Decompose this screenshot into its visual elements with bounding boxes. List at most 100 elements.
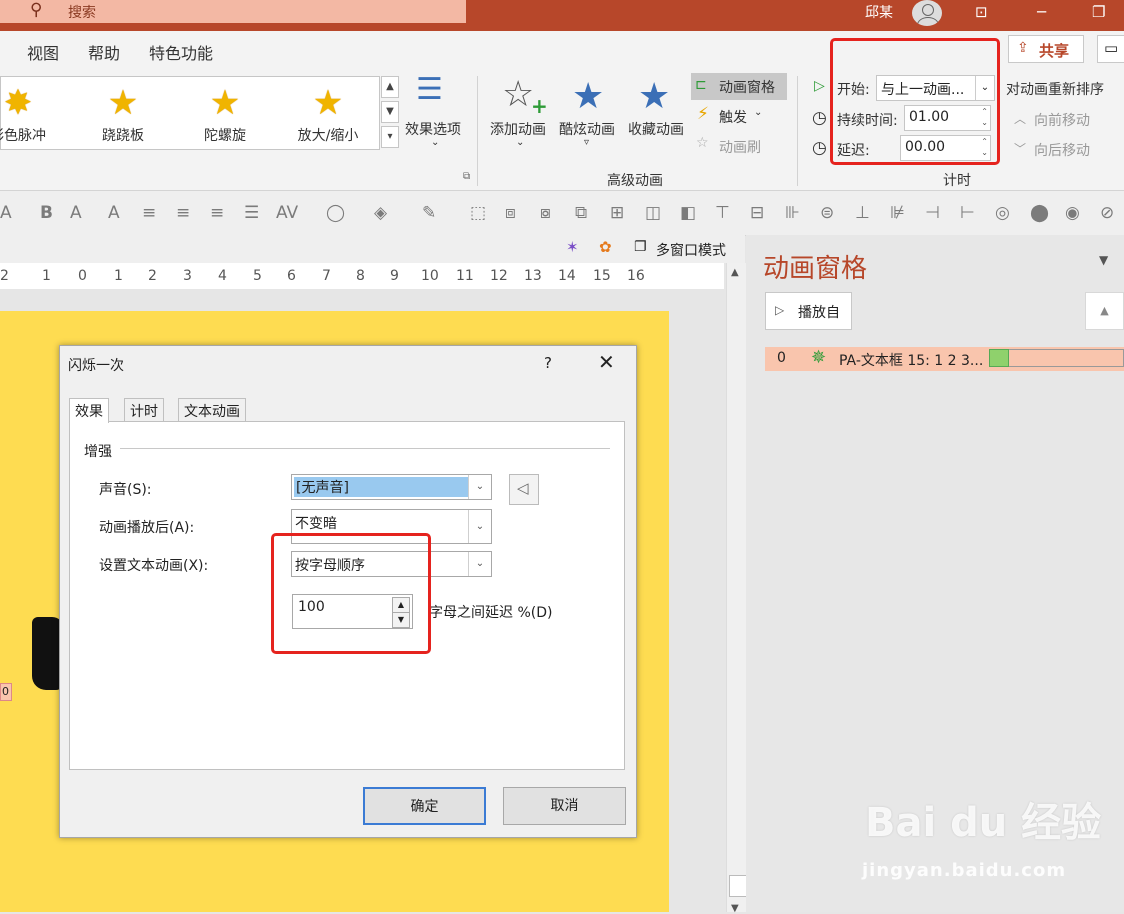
- ok-button[interactable]: 确定: [363, 787, 486, 825]
- reorder-label: 对动画重新排序: [1006, 82, 1104, 98]
- bring-forward-icon[interactable]: ⧉: [575, 203, 587, 223]
- tab-text-animation[interactable]: 文本动画: [178, 398, 246, 422]
- watermark-url: jingyan.baidu.com: [862, 860, 1067, 881]
- send-backward-icon[interactable]: ◫: [645, 203, 661, 223]
- fill-icon[interactable]: ◈: [374, 203, 387, 223]
- ribbon-display-icon[interactable]: ⊡: [975, 3, 988, 21]
- arrange-icon[interactable]: ⊞: [610, 203, 624, 223]
- cancel-button[interactable]: 取消: [503, 787, 626, 825]
- align-bottom-icon[interactable]: ⊥: [855, 203, 870, 223]
- dialog-launcher-icon[interactable]: ⧉: [463, 171, 470, 182]
- scroll-down-icon[interactable]: ▼: [731, 903, 739, 914]
- scroll-up-icon[interactable]: ▲: [731, 267, 739, 278]
- animation-pane-button[interactable]: ⊏ 动画窗格: [691, 73, 787, 100]
- comment-button[interactable]: ▭: [1097, 35, 1124, 63]
- shrink-font-icon[interactable]: A: [108, 203, 120, 223]
- group-icon[interactable]: ⧈: [505, 203, 516, 223]
- align-center-v-icon[interactable]: ⊜: [820, 203, 834, 223]
- intersect-icon[interactable]: ⬤: [1030, 203, 1049, 223]
- close-icon[interactable]: ✕: [598, 350, 615, 374]
- settings-icon[interactable]: ✿: [599, 238, 612, 256]
- chevron-down-icon: ⌄: [468, 475, 491, 499]
- gallery-expand[interactable]: ▾: [381, 126, 399, 148]
- bold-icon[interactable]: B: [40, 203, 53, 223]
- help-button[interactable]: ?: [544, 354, 552, 372]
- restore-icon[interactable]: ❐: [1092, 3, 1105, 21]
- select-icon[interactable]: ⬚: [470, 203, 486, 223]
- align-center-icon[interactable]: ≡: [142, 203, 156, 223]
- align-middle-icon[interactable]: ⊟: [750, 203, 764, 223]
- menu-view[interactable]: 视图: [27, 40, 59, 64]
- chevron-up-icon: ︿: [1014, 112, 1027, 126]
- chevron-down-icon: ⌄: [468, 552, 491, 576]
- cool-star-icon: ★: [572, 76, 605, 117]
- share-button[interactable]: ⇪ 共享: [1008, 35, 1084, 63]
- union-icon[interactable]: ◎: [995, 203, 1010, 223]
- format-toolbar: [0, 191, 1124, 236]
- play-from-button[interactable]: ▷ 播放自: [765, 292, 852, 330]
- gallery-item-spin[interactable]: ★ 陀螺旋: [180, 77, 270, 151]
- dialog-title: 闪烁一次: [68, 358, 124, 374]
- advanced-group-label: 高级动画: [607, 173, 663, 189]
- distribute-h-icon[interactable]: ⊪: [785, 203, 800, 223]
- distribute-v-icon[interactable]: ⊯: [890, 203, 905, 223]
- timeline-bar[interactable]: [989, 349, 1009, 367]
- grow-font-icon[interactable]: A: [70, 203, 82, 223]
- pane-menu-icon[interactable]: ▼: [1099, 253, 1108, 267]
- minimize-icon[interactable]: ─: [1037, 3, 1046, 21]
- lightning-icon: ⚡: [697, 104, 709, 124]
- menu-help[interactable]: 帮助: [88, 40, 120, 64]
- chevron-down-icon: ⌄: [468, 510, 491, 543]
- play-icon: ▷: [814, 78, 825, 94]
- avatar[interactable]: [912, 0, 942, 26]
- search-box[interactable]: ⚲ 搜索: [0, 0, 466, 23]
- text-animation-label: 设置文本动画(X):: [99, 558, 209, 574]
- grow-star-icon: ★: [312, 83, 344, 123]
- menu-special[interactable]: 特色功能: [149, 40, 213, 64]
- timeline-track: [989, 349, 1124, 367]
- highlight-timing: [830, 38, 1000, 165]
- align-top-icon[interactable]: ⊤: [715, 203, 730, 223]
- align-left-edge-icon[interactable]: ⊢: [960, 203, 975, 223]
- gallery-item-color-pulse[interactable]: ✸ 彩色脉冲: [0, 77, 63, 151]
- vertical-scrollbar[interactable]: ▲ ▼: [726, 263, 747, 914]
- tab-effect[interactable]: 效果: [69, 398, 109, 423]
- gallery-scroll-down[interactable]: ▼: [381, 101, 399, 123]
- ungroup-icon[interactable]: ⧇: [540, 203, 551, 223]
- star-icon: ★: [107, 83, 139, 123]
- distribute-icon[interactable]: ☰: [244, 203, 259, 223]
- painter-star-icon: ☆: [696, 135, 709, 151]
- gallery-item-teeter[interactable]: ★ 跷跷板: [78, 77, 168, 151]
- animation-pane-icon: ⊏: [695, 77, 707, 93]
- align-right-icon[interactable]: ⊣: [925, 203, 940, 223]
- gallery-item-grow-shrink[interactable]: ★ 放大/缩小: [283, 77, 373, 151]
- spin-star-icon: ★: [209, 83, 241, 123]
- sound-volume-button[interactable]: ◁: [509, 474, 539, 505]
- star-burst-icon: ✸: [3, 83, 33, 123]
- outline-icon[interactable]: ✎: [422, 203, 436, 223]
- justify-icon[interactable]: ≡: [176, 203, 190, 223]
- animation-gallery: ✸ 彩色脉冲 ★ 跷跷板 ★ 陀螺旋 ★ 放大/缩小: [0, 76, 380, 150]
- gallery-scroll-up[interactable]: ▲: [381, 76, 399, 98]
- char-spacing-icon[interactable]: AV: [276, 203, 298, 223]
- magic-icon[interactable]: ✶: [566, 238, 579, 256]
- window-icon: ❐: [634, 239, 647, 255]
- layer-icon[interactable]: ◧: [680, 203, 696, 223]
- tab-timing[interactable]: 计时: [124, 398, 164, 422]
- group-divider: [120, 448, 610, 449]
- align-left-icon[interactable]: ≡: [210, 203, 224, 223]
- sound-label: 声音(S):: [99, 482, 152, 498]
- ribbon-separator: [477, 76, 478, 186]
- chevron-down-icon: ▿: [584, 137, 590, 148]
- sound-select[interactable]: [无声音] ⌄: [291, 474, 492, 500]
- chevron-down-icon: ⌄: [754, 107, 763, 118]
- animation-list-item[interactable]: 0 ✵ PA-文本框 15: 1 2 3...: [765, 347, 1124, 371]
- user-name[interactable]: 邱某: [865, 2, 893, 22]
- subtract-icon[interactable]: ⊘: [1100, 203, 1114, 223]
- shape-icon[interactable]: ◯: [326, 203, 345, 223]
- font-color-icon[interactable]: A: [0, 203, 12, 223]
- pane-scroll-up[interactable]: ▲: [1085, 292, 1124, 330]
- scroll-thumb[interactable]: [729, 875, 747, 897]
- combine-icon[interactable]: ◉: [1065, 203, 1080, 223]
- search-placeholder: 搜索: [68, 5, 96, 21]
